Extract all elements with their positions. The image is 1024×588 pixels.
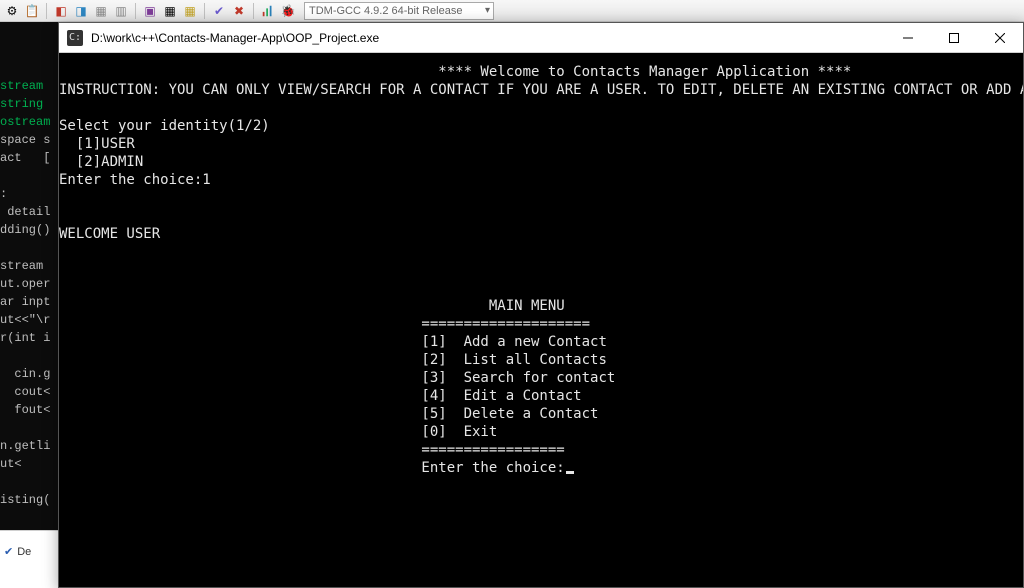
ide-editor-fragment: stream string ostream space s act [ : de… bbox=[0, 22, 58, 538]
toolbar-icon[interactable]: ▣ bbox=[142, 3, 158, 19]
toolbar-icon[interactable]: ▦ bbox=[182, 3, 198, 19]
cursor bbox=[566, 471, 574, 474]
app-icon: C: bbox=[67, 30, 83, 46]
toolbar-chart-icon[interactable] bbox=[260, 3, 276, 19]
window-title: D:\work\c++\Contacts-Manager-App\OOP_Pro… bbox=[91, 31, 885, 45]
toolbar-separator bbox=[204, 3, 205, 19]
maximize-button[interactable] bbox=[931, 23, 977, 52]
toolbar-icon[interactable]: ▦ bbox=[93, 3, 109, 19]
check-icon: ✔ bbox=[4, 546, 13, 558]
minimize-button[interactable] bbox=[885, 23, 931, 52]
toolbar-separator bbox=[135, 3, 136, 19]
ide-toolbar: ⚙ 📋 ◧ ◨ ▦ ▥ ▣ ▦ ▦ ✔ ✖ 🐞 TDM-GCC 4.9.2 64… bbox=[0, 0, 1024, 22]
toolbar-icon[interactable]: ▦ bbox=[162, 3, 178, 19]
toolbar-icon[interactable]: 📋 bbox=[24, 3, 40, 19]
toolbar-icon[interactable]: ⚙ bbox=[4, 3, 20, 19]
toolbar-bug-icon[interactable]: 🐞 bbox=[280, 3, 296, 19]
compiler-select-label: TDM-GCC 4.9.2 64-bit Release bbox=[309, 5, 462, 17]
console-output[interactable]: **** Welcome to Contacts Manager Applica… bbox=[59, 53, 1023, 587]
toolbar-check-icon[interactable]: ✔ bbox=[211, 3, 227, 19]
window-controls bbox=[885, 23, 1023, 52]
ide-bottom-label: De bbox=[17, 546, 31, 558]
console-window: C: D:\work\c++\Contacts-Manager-App\OOP_… bbox=[58, 22, 1024, 588]
toolbar-separator bbox=[46, 3, 47, 19]
toolbar-icon[interactable]: ▥ bbox=[113, 3, 129, 19]
titlebar[interactable]: C: D:\work\c++\Contacts-Manager-App\OOP_… bbox=[59, 23, 1023, 53]
toolbar-icon[interactable]: ◨ bbox=[73, 3, 89, 19]
toolbar-cross-icon[interactable]: ✖ bbox=[231, 3, 247, 19]
ide-bottom-panel: ✔ De bbox=[0, 530, 58, 588]
close-button[interactable] bbox=[977, 23, 1023, 52]
compiler-select[interactable]: TDM-GCC 4.9.2 64-bit Release bbox=[304, 2, 494, 20]
toolbar-separator bbox=[253, 3, 254, 19]
toolbar-icon[interactable]: ◧ bbox=[53, 3, 69, 19]
